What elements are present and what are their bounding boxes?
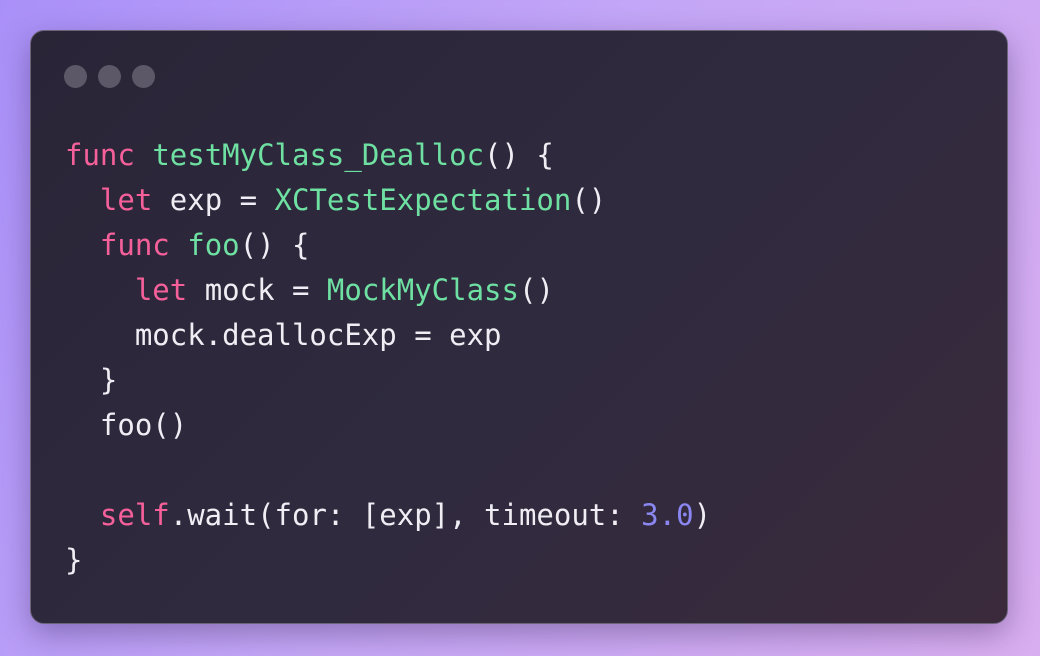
- code-token: }: [65, 543, 83, 577]
- code-line: foo(): [65, 403, 711, 448]
- code-token: self: [99, 498, 170, 532]
- code-token: foo: [187, 228, 240, 262]
- code-token: func: [65, 138, 135, 172]
- code-token: XCTestExpectation: [274, 183, 572, 217]
- code-token: }: [65, 363, 118, 397]
- code-token: (): [571, 183, 607, 217]
- code-token: MockMyClass: [326, 273, 519, 307]
- code-token: ): [693, 498, 712, 532]
- code-token: .wait(for: [exp], timeout:: [169, 498, 642, 532]
- code-line: func foo() {: [65, 223, 711, 268]
- minimize-dot-icon: [98, 65, 121, 88]
- code-token: () {: [239, 228, 310, 262]
- code-line: func testMyClass_Dealloc() {: [65, 133, 711, 178]
- window-controls: [64, 65, 155, 89]
- close-dot-icon: [64, 65, 87, 88]
- code-token: exp =: [152, 183, 275, 217]
- code-token: 3.0: [641, 498, 694, 532]
- code-line: mock.deallocExp = exp: [65, 313, 711, 358]
- code-token: (): [518, 273, 554, 307]
- zoom-dot-icon: [132, 65, 155, 88]
- code-token: let: [99, 183, 153, 217]
- code-token: mock =: [187, 273, 327, 307]
- code-line: let exp = XCTestExpectation(): [65, 178, 711, 223]
- code-line: }: [65, 358, 711, 403]
- code-line: self.wait(for: [exp], timeout: 3.0): [65, 493, 711, 538]
- code-token: foo(): [65, 408, 188, 442]
- code-token: () {: [484, 138, 554, 172]
- code-window: func testMyClass_Dealloc() { let exp = X…: [30, 30, 1008, 624]
- code-line: }: [65, 538, 711, 583]
- code-token: func: [99, 228, 170, 262]
- code-token: testMyClass_Dealloc: [152, 138, 485, 172]
- code-token: let: [134, 273, 188, 307]
- code-token: mock.deallocExp = exp: [65, 318, 502, 352]
- code-block: func testMyClass_Dealloc() { let exp = X…: [65, 133, 711, 583]
- code-line: let mock = MockMyClass(): [65, 268, 711, 313]
